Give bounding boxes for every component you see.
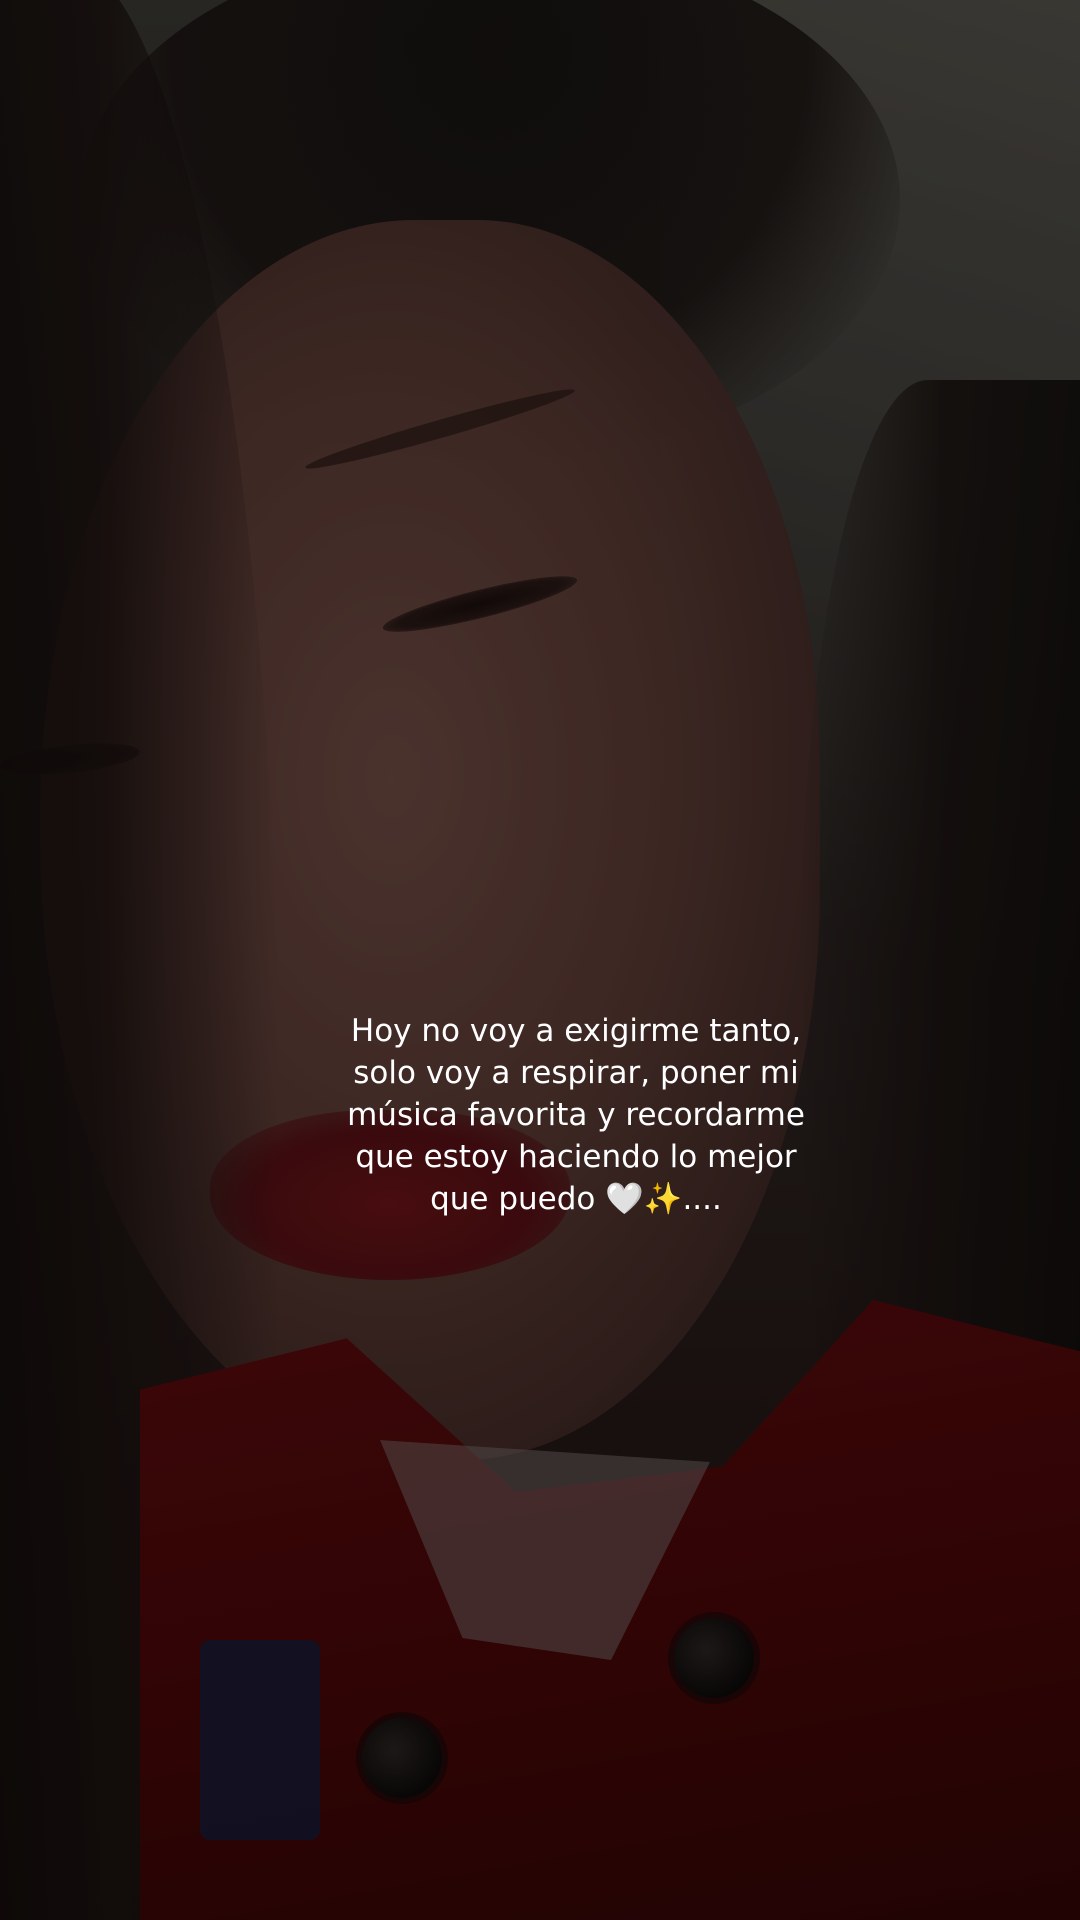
caption-overlay: Hoy no voy a exigirme tanto, solo voy a … — [0, 1010, 1080, 1220]
caption-line-5: que puedo 🤍✨.... — [430, 1181, 722, 1217]
caption-line-4: que estoy haciendo lo mejor — [355, 1139, 797, 1175]
caption-text: Hoy no voy a exigirme tanto, solo voy a … — [296, 1010, 856, 1220]
dark-overlay — [0, 0, 1080, 1920]
video-frame[interactable]: Hoy no voy a exigirme tanto, solo voy a … — [0, 0, 1080, 1920]
caption-line-2: solo voy a respirar, poner mi — [353, 1055, 799, 1091]
caption-line-1: Hoy no voy a exigirme tanto, — [350, 1013, 802, 1049]
caption-line-3: música favorita y recordarme — [347, 1097, 805, 1133]
